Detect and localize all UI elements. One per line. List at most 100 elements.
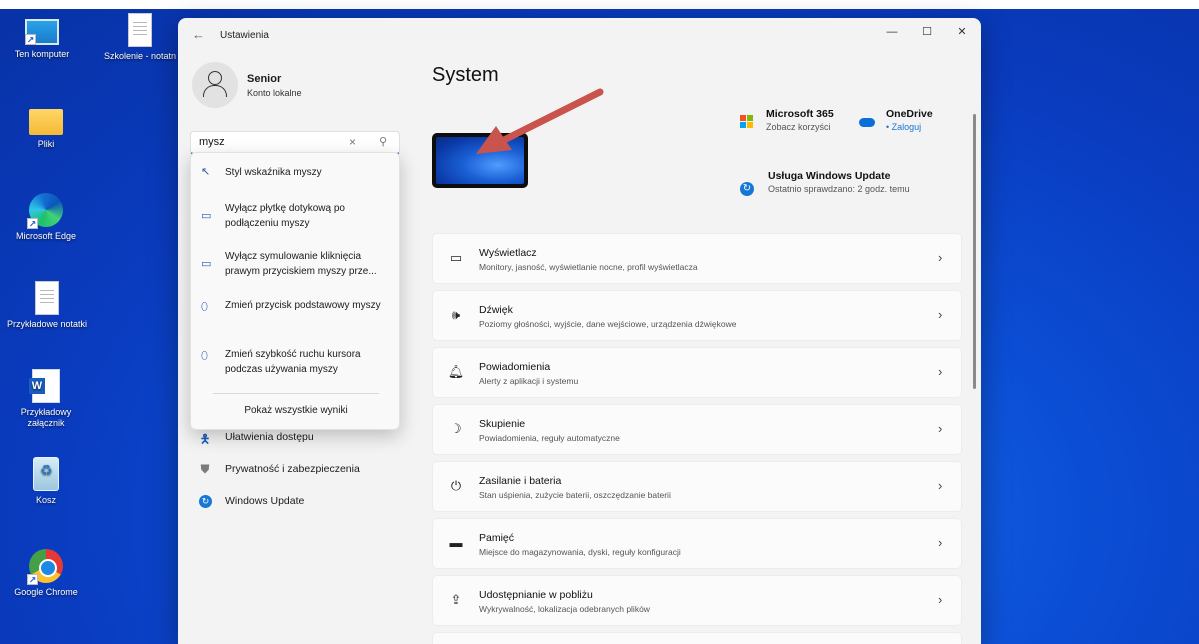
windows-update-subtitle: Ostatnio sprawdzano: 2 godz. temu bbox=[768, 184, 910, 194]
card-title: Udostępnianie w pobliżu bbox=[479, 589, 593, 601]
minimize-button[interactable]: — bbox=[875, 22, 909, 42]
desktop-icon-label: Przykładowe notatki bbox=[6, 319, 88, 329]
maximize-button[interactable]: ☐ bbox=[910, 22, 944, 42]
microsoft365-title: Microsoft 365 bbox=[766, 108, 834, 120]
back-arrow-icon[interactable]: ← bbox=[192, 27, 205, 42]
page-title: System bbox=[432, 64, 499, 86]
window-title: Ustawienia bbox=[220, 30, 269, 41]
windows-update-icon: ↻ bbox=[199, 495, 212, 508]
card-description: Miejsce do magazynowania, dyski, reguły … bbox=[479, 547, 681, 557]
card-description: Poziomy głośności, wyjście, dane wejścio… bbox=[479, 319, 737, 329]
desktop-icon-recycle-bin[interactable]: Kosz bbox=[6, 457, 86, 506]
power-icon: ⏻ bbox=[450, 478, 462, 493]
suggestion-text: Zmień przycisk podstawowy myszy bbox=[225, 300, 381, 311]
card-partial[interactable] bbox=[432, 632, 962, 644]
annotation-arrow bbox=[476, 88, 604, 154]
card-focus[interactable]: ☽ Skupienie Powiadomienia, reguły automa… bbox=[432, 404, 962, 455]
nav-item-label: Ułatwienia dostępu bbox=[225, 431, 314, 443]
card-display[interactable]: ▭ Wyświetlacz Monitory, jasność, wyświet… bbox=[432, 233, 962, 284]
suggestion-text: Zmień szybkość ruchu kursora podczas uży… bbox=[225, 349, 361, 375]
suggestion-text: Styl wskaźnika myszy bbox=[225, 167, 322, 178]
search-icon[interactable]: ⚲ bbox=[379, 135, 387, 148]
microsoft-logo-icon bbox=[740, 115, 754, 129]
scrollbar[interactable] bbox=[973, 114, 976, 389]
chrome-icon: ↗ bbox=[27, 549, 63, 585]
chevron-right-icon: › bbox=[938, 478, 943, 493]
windows-update-title: Usługa Windows Update bbox=[768, 170, 891, 182]
card-description: Wykrywalność, lokalizacja odebranych pli… bbox=[479, 604, 650, 614]
desktop-icon-label: Ten komputer bbox=[14, 49, 70, 59]
desktop-icon-edge[interactable]: ↗ Microsoft Edge bbox=[6, 193, 86, 242]
desktop-icon-chrome[interactable]: ↗ Google Chrome bbox=[6, 549, 86, 598]
edge-icon: ↗ bbox=[27, 193, 63, 229]
card-sound[interactable]: 🕪 Dźwięk Poziomy głośności, wyjście, dan… bbox=[432, 290, 962, 341]
search-input-value: mysz bbox=[199, 136, 225, 148]
chevron-right-icon: › bbox=[938, 421, 943, 436]
card-nearby-sharing[interactable]: ⇪ Udostępnianie w pobliżu Wykrywalność, … bbox=[432, 575, 962, 626]
onedrive-tile[interactable]: OneDrive • Zaloguj bbox=[859, 108, 933, 132]
settings-window: ← Ustawienia — ☐ ✕ Senior Konto lokalne … bbox=[178, 18, 981, 644]
microsoft365-subtitle: Zobacz korzyści bbox=[766, 122, 831, 132]
display-icon: ▭ bbox=[449, 250, 463, 265]
pointer-style-icon: ↖ bbox=[201, 166, 211, 178]
divider bbox=[213, 393, 379, 394]
desktop-icon-label: Przykładowy załącznik bbox=[20, 407, 72, 428]
sound-icon: 🕪 bbox=[451, 307, 461, 322]
desktop-icon-sample-notes[interactable]: Przykładowe notatki bbox=[2, 281, 92, 330]
nav-item-label: Prywatność i zabezpieczenia bbox=[225, 463, 360, 475]
card-storage[interactable]: ▬ Pamięć Miejsce do magazynowania, dyski… bbox=[432, 518, 962, 569]
desktop-icon-training-notes[interactable]: Szkolenie - notatn bbox=[100, 13, 180, 62]
notifications-icon: 🔔︎ bbox=[447, 364, 465, 379]
recycle-bin-icon bbox=[33, 457, 59, 491]
desktop-icon-label: Pliki bbox=[37, 139, 55, 149]
onedrive-signin-link[interactable]: • Zaloguj bbox=[886, 122, 921, 132]
user-profile[interactable]: Senior Konto lokalne bbox=[192, 62, 412, 110]
touchpad-icon: ▭ bbox=[201, 258, 212, 270]
card-description: Stan uśpienia, zużycie baterii, oszczędz… bbox=[479, 490, 671, 500]
card-description: Powiadomienia, reguły automatyczne bbox=[479, 433, 620, 443]
chevron-right-icon: › bbox=[938, 364, 943, 379]
suggestion-text: Wyłącz symulowanie kliknięcia prawym prz… bbox=[225, 251, 377, 277]
card-title: Dźwięk bbox=[479, 304, 513, 316]
chevron-right-icon: › bbox=[938, 250, 943, 265]
search-suggestions: ↖ Styl wskaźnika myszy ▭ Wyłącz płytkę d… bbox=[190, 152, 400, 430]
profile-name: Senior bbox=[247, 73, 282, 85]
windows-update-tile[interactable]: ↻ Usługa Windows Update Ostatnio sprawdz… bbox=[740, 170, 918, 196]
top-strip bbox=[0, 0, 1199, 9]
avatar bbox=[192, 62, 238, 108]
desktop-icon-files[interactable]: Pliki bbox=[6, 103, 86, 150]
desktop-icon-label: Kosz bbox=[35, 495, 56, 505]
desktop-icon-label: Google Chrome bbox=[14, 587, 78, 597]
card-title: Powiadomienia bbox=[479, 361, 551, 373]
mouse-icon: ⬯ bbox=[201, 350, 208, 362]
computer-icon: ↗ bbox=[25, 19, 59, 45]
desktop-icon-sample-attachment[interactable]: W Przykładowy załącznik bbox=[6, 369, 86, 429]
card-notifications[interactable]: 🔔︎ Powiadomienia Alerty z aplikacji i sy… bbox=[432, 347, 962, 398]
touchpad-icon: ▭ bbox=[201, 210, 212, 222]
word-icon: W bbox=[29, 369, 60, 403]
focus-icon: ☽ bbox=[450, 421, 462, 436]
microsoft365-tile[interactable]: Microsoft 365 Zobacz korzyści bbox=[740, 108, 834, 132]
mouse-icon: ⬯ bbox=[201, 301, 208, 313]
desktop-icon-this-pc[interactable]: ↗ Ten komputer bbox=[2, 15, 82, 60]
document-icon bbox=[35, 281, 59, 315]
folder-icon bbox=[29, 109, 63, 135]
close-button[interactable]: ✕ bbox=[945, 22, 979, 42]
desktop-icon-label: Szkolenie - notatn bbox=[103, 51, 177, 61]
card-description: Monitory, jasność, wyświetlanie nocne, p… bbox=[479, 262, 698, 272]
onedrive-cloud-icon bbox=[859, 118, 875, 127]
card-title: Wyświetlacz bbox=[479, 247, 537, 259]
profile-account-type: Konto lokalne bbox=[247, 88, 302, 98]
clear-icon[interactable]: × bbox=[349, 135, 356, 149]
nav-item-label: Windows Update bbox=[225, 495, 305, 507]
accessibility-icon: 🯅 bbox=[199, 432, 211, 446]
onedrive-title: OneDrive bbox=[886, 108, 933, 120]
card-title: Zasilanie i bateria bbox=[479, 475, 562, 487]
shield-icon: ⛊ bbox=[200, 462, 210, 476]
card-power[interactable]: ⏻ Zasilanie i bateria Stan uśpienia, zuż… bbox=[432, 461, 962, 512]
nearby-sharing-icon: ⇪ bbox=[450, 592, 462, 607]
suggestion-text: Wyłącz płytkę dotykową po podłączeniu my… bbox=[225, 203, 345, 229]
chevron-right-icon: › bbox=[938, 592, 943, 607]
chevron-right-icon: › bbox=[938, 535, 943, 550]
show-all-results-button[interactable]: Pokaż wszystkie wyniki bbox=[191, 405, 401, 416]
